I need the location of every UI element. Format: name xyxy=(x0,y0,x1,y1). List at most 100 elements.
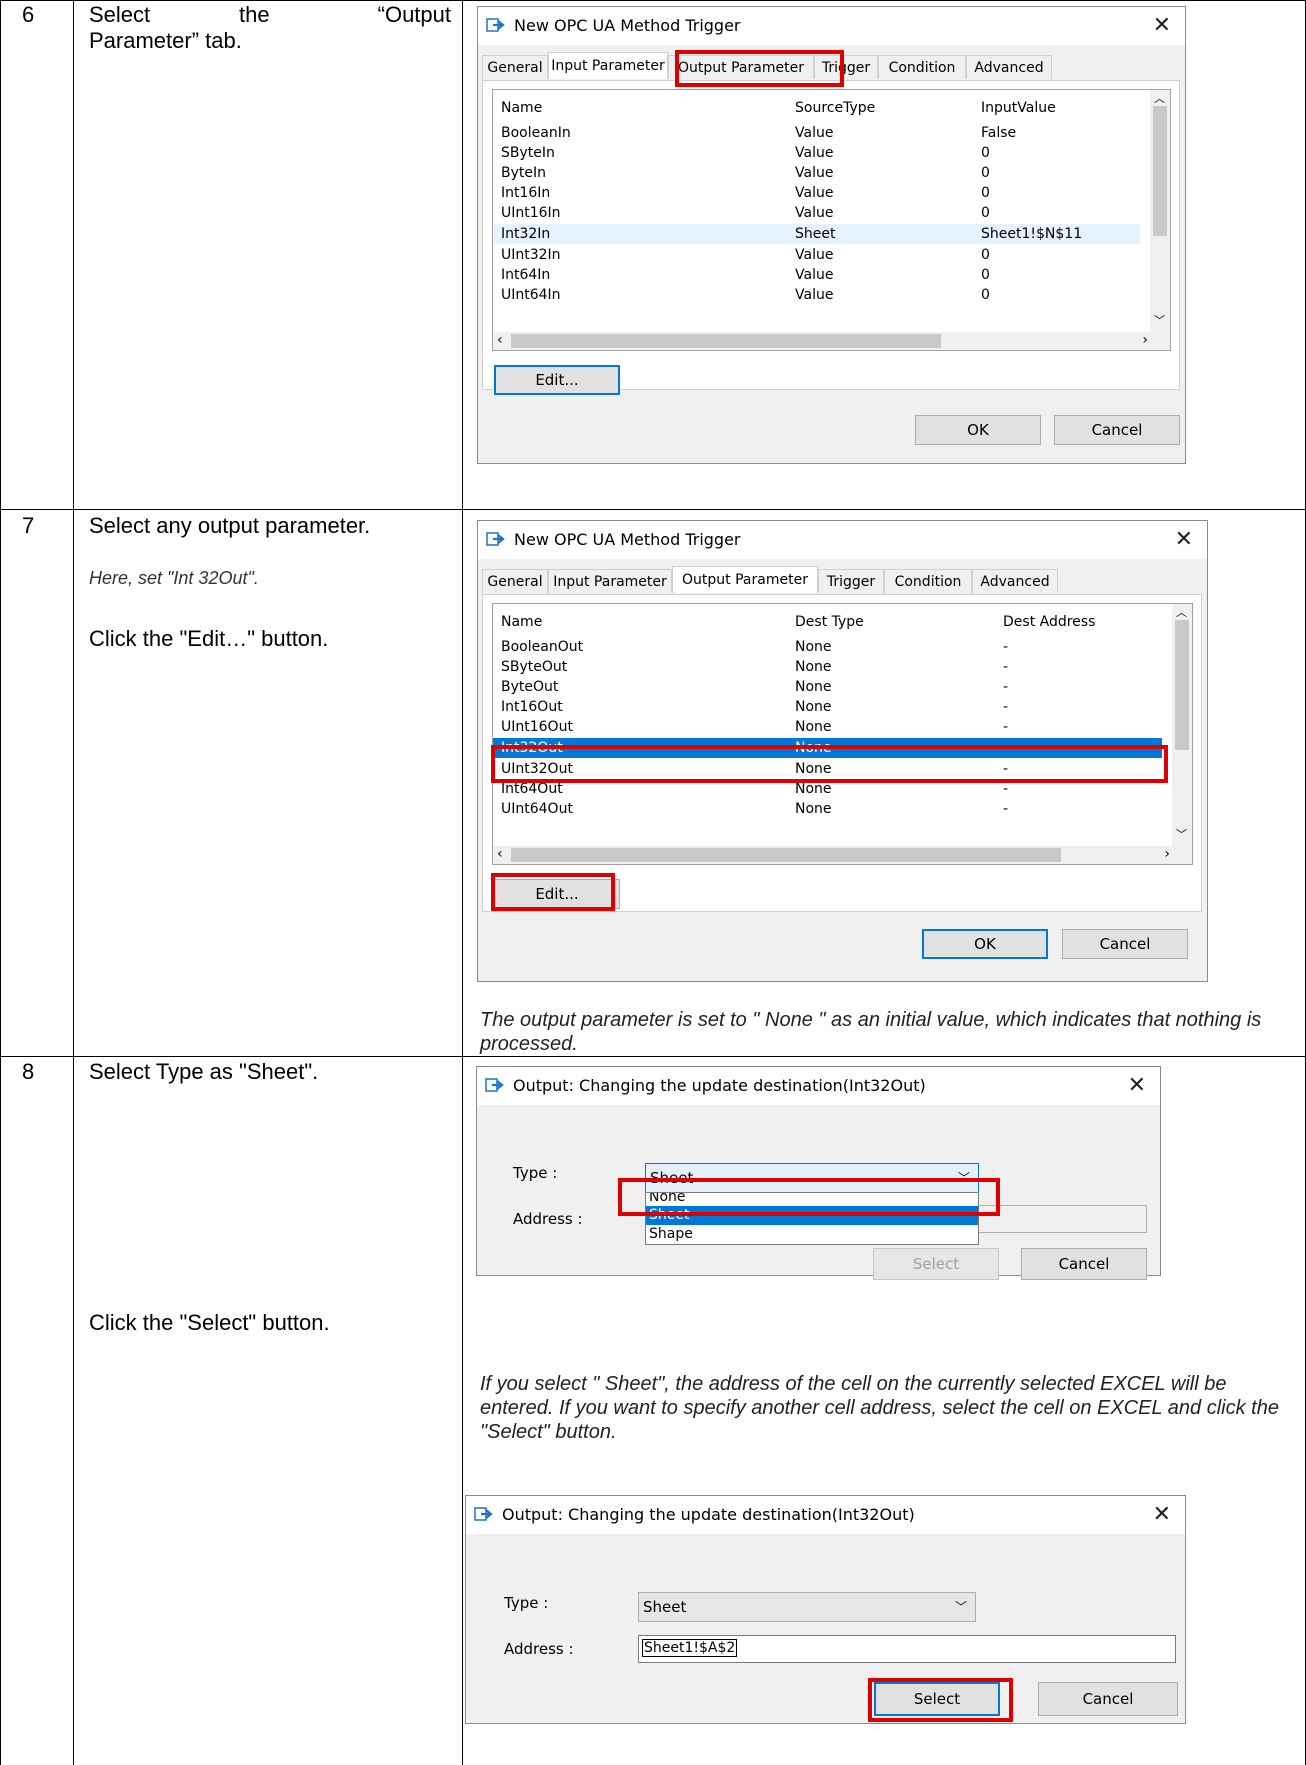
scroll-thumb[interactable] xyxy=(511,848,1061,862)
tab-trigger[interactable]: Trigger xyxy=(818,569,884,593)
list-item[interactable]: UInt32In Value 0 xyxy=(501,245,1140,265)
scroll-thumb[interactable] xyxy=(1175,620,1189,750)
scroll-down-icon[interactable]: ﹀ xyxy=(1176,826,1187,842)
select-button[interactable]: Select xyxy=(873,1248,999,1280)
list-item[interactable]: Int16Out None - xyxy=(501,697,1162,717)
list-item[interactable]: ByteOut None - xyxy=(501,677,1162,697)
titlebar: New OPC UA Method Trigger ✕ xyxy=(478,521,1207,559)
list-item[interactable]: UInt64In Value 0 xyxy=(501,285,1140,305)
horizontal-scrollbar[interactable]: ‹ › xyxy=(493,332,1170,350)
update-destination-dialog: Output: Changing the update destination(… xyxy=(476,1066,1161,1280)
highlight-output-parameter-tab xyxy=(675,50,844,87)
titlebar: New OPC UA Method Trigger ✕ xyxy=(478,7,1185,45)
scroll-right-icon[interactable]: › xyxy=(1164,846,1170,862)
output-parameter-list[interactable]: Name Dest Type Dest Address BooleanOut No… xyxy=(492,603,1193,865)
highlight-edit-button xyxy=(491,873,615,911)
list-item[interactable]: ByteIn Value 0 xyxy=(501,163,1140,183)
update-destination-dialog: Output: Changing the update destination(… xyxy=(465,1495,1186,1724)
tab-advanced[interactable]: Advanced xyxy=(972,569,1058,593)
address-field[interactable]: Sheet1!$A$2 xyxy=(638,1635,1176,1663)
dialog-title: Output: Changing the update destination(… xyxy=(513,1076,926,1095)
list-item[interactable]: UInt16Out None - xyxy=(501,717,1162,737)
column-header[interactable]: Dest Address xyxy=(1003,612,1095,632)
chevron-down-icon: ﹀ xyxy=(954,1600,967,1614)
scroll-up-icon[interactable]: ︿ xyxy=(1154,90,1165,106)
row-divider-6-7 xyxy=(0,509,1306,510)
column-header[interactable]: SourceType xyxy=(795,98,875,118)
dialog-title: New OPC UA Method Trigger xyxy=(514,530,741,549)
titlebar: Output: Changing the update destination(… xyxy=(466,1496,1185,1534)
scroll-right-icon[interactable]: › xyxy=(1142,332,1148,348)
step-number: 8 xyxy=(22,1059,35,1084)
list-item[interactable]: UInt16In Value 0 xyxy=(501,203,1140,223)
list-header: Name Dest Type Dest Address xyxy=(501,612,1162,632)
cancel-button[interactable]: Cancel xyxy=(1062,929,1188,959)
tab-condition[interactable]: Condition xyxy=(884,569,972,593)
horizontal-scrollbar[interactable]: ‹ › xyxy=(493,846,1192,864)
tab-input-parameter[interactable]: Input Parameter xyxy=(548,52,668,79)
trigger-icon xyxy=(486,532,505,546)
edit-button[interactable]: Edit... xyxy=(494,365,620,395)
close-icon[interactable]: ✕ xyxy=(1153,1502,1171,1527)
list-item[interactable]: SByteIn Value 0 xyxy=(501,143,1140,163)
address-label: Address : xyxy=(504,1640,574,1658)
scroll-down-icon[interactable]: ﹀ xyxy=(1154,312,1165,328)
desc-word: Select xyxy=(89,2,151,27)
desc-line: Parameter” tab. xyxy=(89,28,242,53)
list-item[interactable]: Int32In Sheet Sheet1!$N$11 xyxy=(493,224,1140,244)
highlight-selected-row xyxy=(491,745,1168,783)
highlight-select-button xyxy=(868,1678,1013,1722)
type-label: Type : xyxy=(504,1594,549,1612)
list-item[interactable]: BooleanOut None - xyxy=(501,637,1162,657)
step-description: Select Type as "Sheet". xyxy=(89,1059,319,1084)
close-icon[interactable]: ✕ xyxy=(1128,1073,1146,1098)
list-item[interactable]: SByteOut None - xyxy=(501,657,1162,677)
table-border-left xyxy=(0,0,1,1765)
step-instruction: Click the "Select" button. xyxy=(89,1310,330,1335)
scroll-left-icon[interactable]: ‹ xyxy=(497,332,503,348)
list-item[interactable]: Int64In Value 0 xyxy=(501,265,1140,285)
type-select[interactable]: Sheet ﹀ xyxy=(638,1592,976,1622)
step-note: Here, set "Int 32Out". xyxy=(89,568,259,588)
tab-condition[interactable]: Condition xyxy=(878,55,966,79)
step-remark: The output parameter is set to " None " … xyxy=(480,1009,1262,1055)
scroll-left-icon[interactable]: ‹ xyxy=(497,846,503,862)
vertical-scrollbar[interactable]: ︿ ﹀ xyxy=(1172,604,1192,846)
tab-output-parameter[interactable]: Output Parameter xyxy=(672,566,818,593)
step-description: Select the “Output Parameter” tab. xyxy=(89,2,451,54)
column-header[interactable]: Dest Type xyxy=(795,612,864,632)
titlebar: Output: Changing the update destination(… xyxy=(477,1067,1160,1105)
list-item[interactable]: UInt64Out None - xyxy=(501,799,1162,819)
scroll-thumb[interactable] xyxy=(1153,106,1167,236)
column-header[interactable]: Name xyxy=(501,612,542,632)
scroll-thumb[interactable] xyxy=(511,334,941,348)
input-parameter-list[interactable]: Name SourceType InputValue BooleanIn Valu… xyxy=(492,89,1171,351)
tab-input-parameter[interactable]: Input Parameter xyxy=(548,569,672,593)
column-header[interactable]: Name xyxy=(501,98,542,118)
address-value: Sheet1!$A$2 xyxy=(642,1639,738,1657)
tab-general[interactable]: General xyxy=(482,569,548,593)
close-icon[interactable]: ✕ xyxy=(1153,13,1171,38)
cancel-button[interactable]: Cancel xyxy=(1021,1248,1147,1280)
cancel-button[interactable]: Cancel xyxy=(1038,1682,1178,1716)
step-description: Select any output parameter. xyxy=(89,513,371,538)
close-icon[interactable]: ✕ xyxy=(1175,527,1193,552)
step-number: 6 xyxy=(22,2,35,27)
vertical-scrollbar[interactable]: ︿ ﹀ xyxy=(1150,90,1170,332)
desc-word: “Output xyxy=(377,2,451,27)
ok-button[interactable]: OK xyxy=(922,929,1048,959)
cancel-button[interactable]: Cancel xyxy=(1054,415,1180,445)
column-divider-desc xyxy=(462,0,463,1765)
tab-advanced[interactable]: Advanced xyxy=(966,55,1052,79)
dropdown-option[interactable]: Shape xyxy=(649,1226,693,1242)
table-border-top xyxy=(0,0,1306,1)
column-header[interactable]: InputValue xyxy=(981,98,1056,118)
trigger-icon xyxy=(474,1507,493,1521)
list-item[interactable]: Int16In Value 0 xyxy=(501,183,1140,203)
tab-general[interactable]: General xyxy=(482,55,548,79)
scroll-up-icon[interactable]: ︿ xyxy=(1176,604,1187,620)
list-item[interactable]: BooleanIn Value False xyxy=(501,123,1140,143)
row-divider-7-8 xyxy=(0,1056,1306,1057)
list-header: Name SourceType InputValue xyxy=(501,98,1140,118)
ok-button[interactable]: OK xyxy=(915,415,1041,445)
